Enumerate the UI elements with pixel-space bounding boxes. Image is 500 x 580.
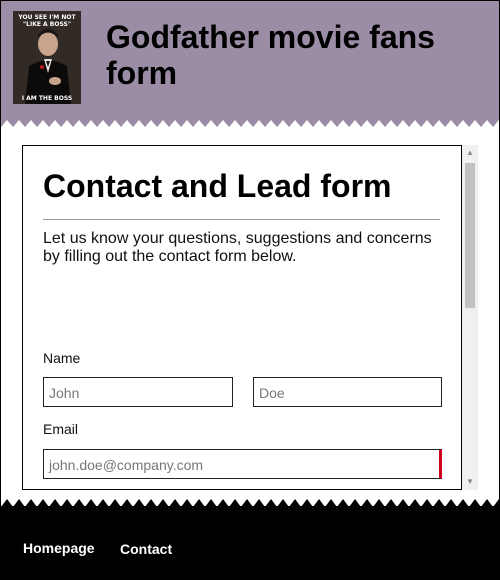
name-label: Name bbox=[43, 350, 81, 366]
form-title: Contact and Lead form bbox=[43, 168, 392, 204]
contact-form-panel: Contact and Lead form Let us know your q… bbox=[22, 145, 462, 490]
last-name-placeholder: Doe bbox=[259, 385, 285, 401]
scroll-down-arrow-icon[interactable]: ▼ bbox=[462, 475, 478, 489]
scrollbar-thumb[interactable] bbox=[465, 163, 475, 308]
nav-link-contact[interactable]: Contact bbox=[120, 541, 172, 557]
first-name-input[interactable]: John bbox=[43, 377, 233, 407]
form-intro-text: Let us know your questions, suggestions … bbox=[43, 230, 432, 265]
godfather-meme-logo: YOU SEE I'M NOT "LIKE A BOSS" I AM THE B… bbox=[13, 11, 81, 104]
title-divider bbox=[43, 219, 440, 220]
last-name-input[interactable]: Doe bbox=[253, 377, 442, 407]
site-header: YOU SEE I'M NOT "LIKE A BOSS" I AM THE B… bbox=[1, 1, 499, 134]
site-footer: Homepage Contact bbox=[1, 506, 499, 579]
logo-top-caption: YOU SEE I'M NOT "LIKE A BOSS" bbox=[18, 14, 76, 28]
scroll-up-arrow-icon[interactable]: ▲ bbox=[462, 146, 478, 160]
nav-link-homepage[interactable]: Homepage bbox=[23, 540, 95, 556]
email-placeholder: john.doe@company.com bbox=[49, 457, 204, 473]
page-frame: YOU SEE I'M NOT "LIKE A BOSS" I AM THE B… bbox=[0, 0, 500, 580]
email-input[interactable]: john.doe@company.com bbox=[43, 449, 442, 479]
logo-bottom-caption: I AM THE BOSS bbox=[21, 95, 73, 102]
email-label: Email bbox=[43, 421, 79, 437]
zigzag-divider-top bbox=[1, 120, 499, 134]
site-title: Godfather movie fans form bbox=[106, 19, 435, 91]
first-name-placeholder: John bbox=[49, 385, 80, 401]
content-scrollbar[interactable]: ▲ ▼ bbox=[462, 145, 478, 490]
